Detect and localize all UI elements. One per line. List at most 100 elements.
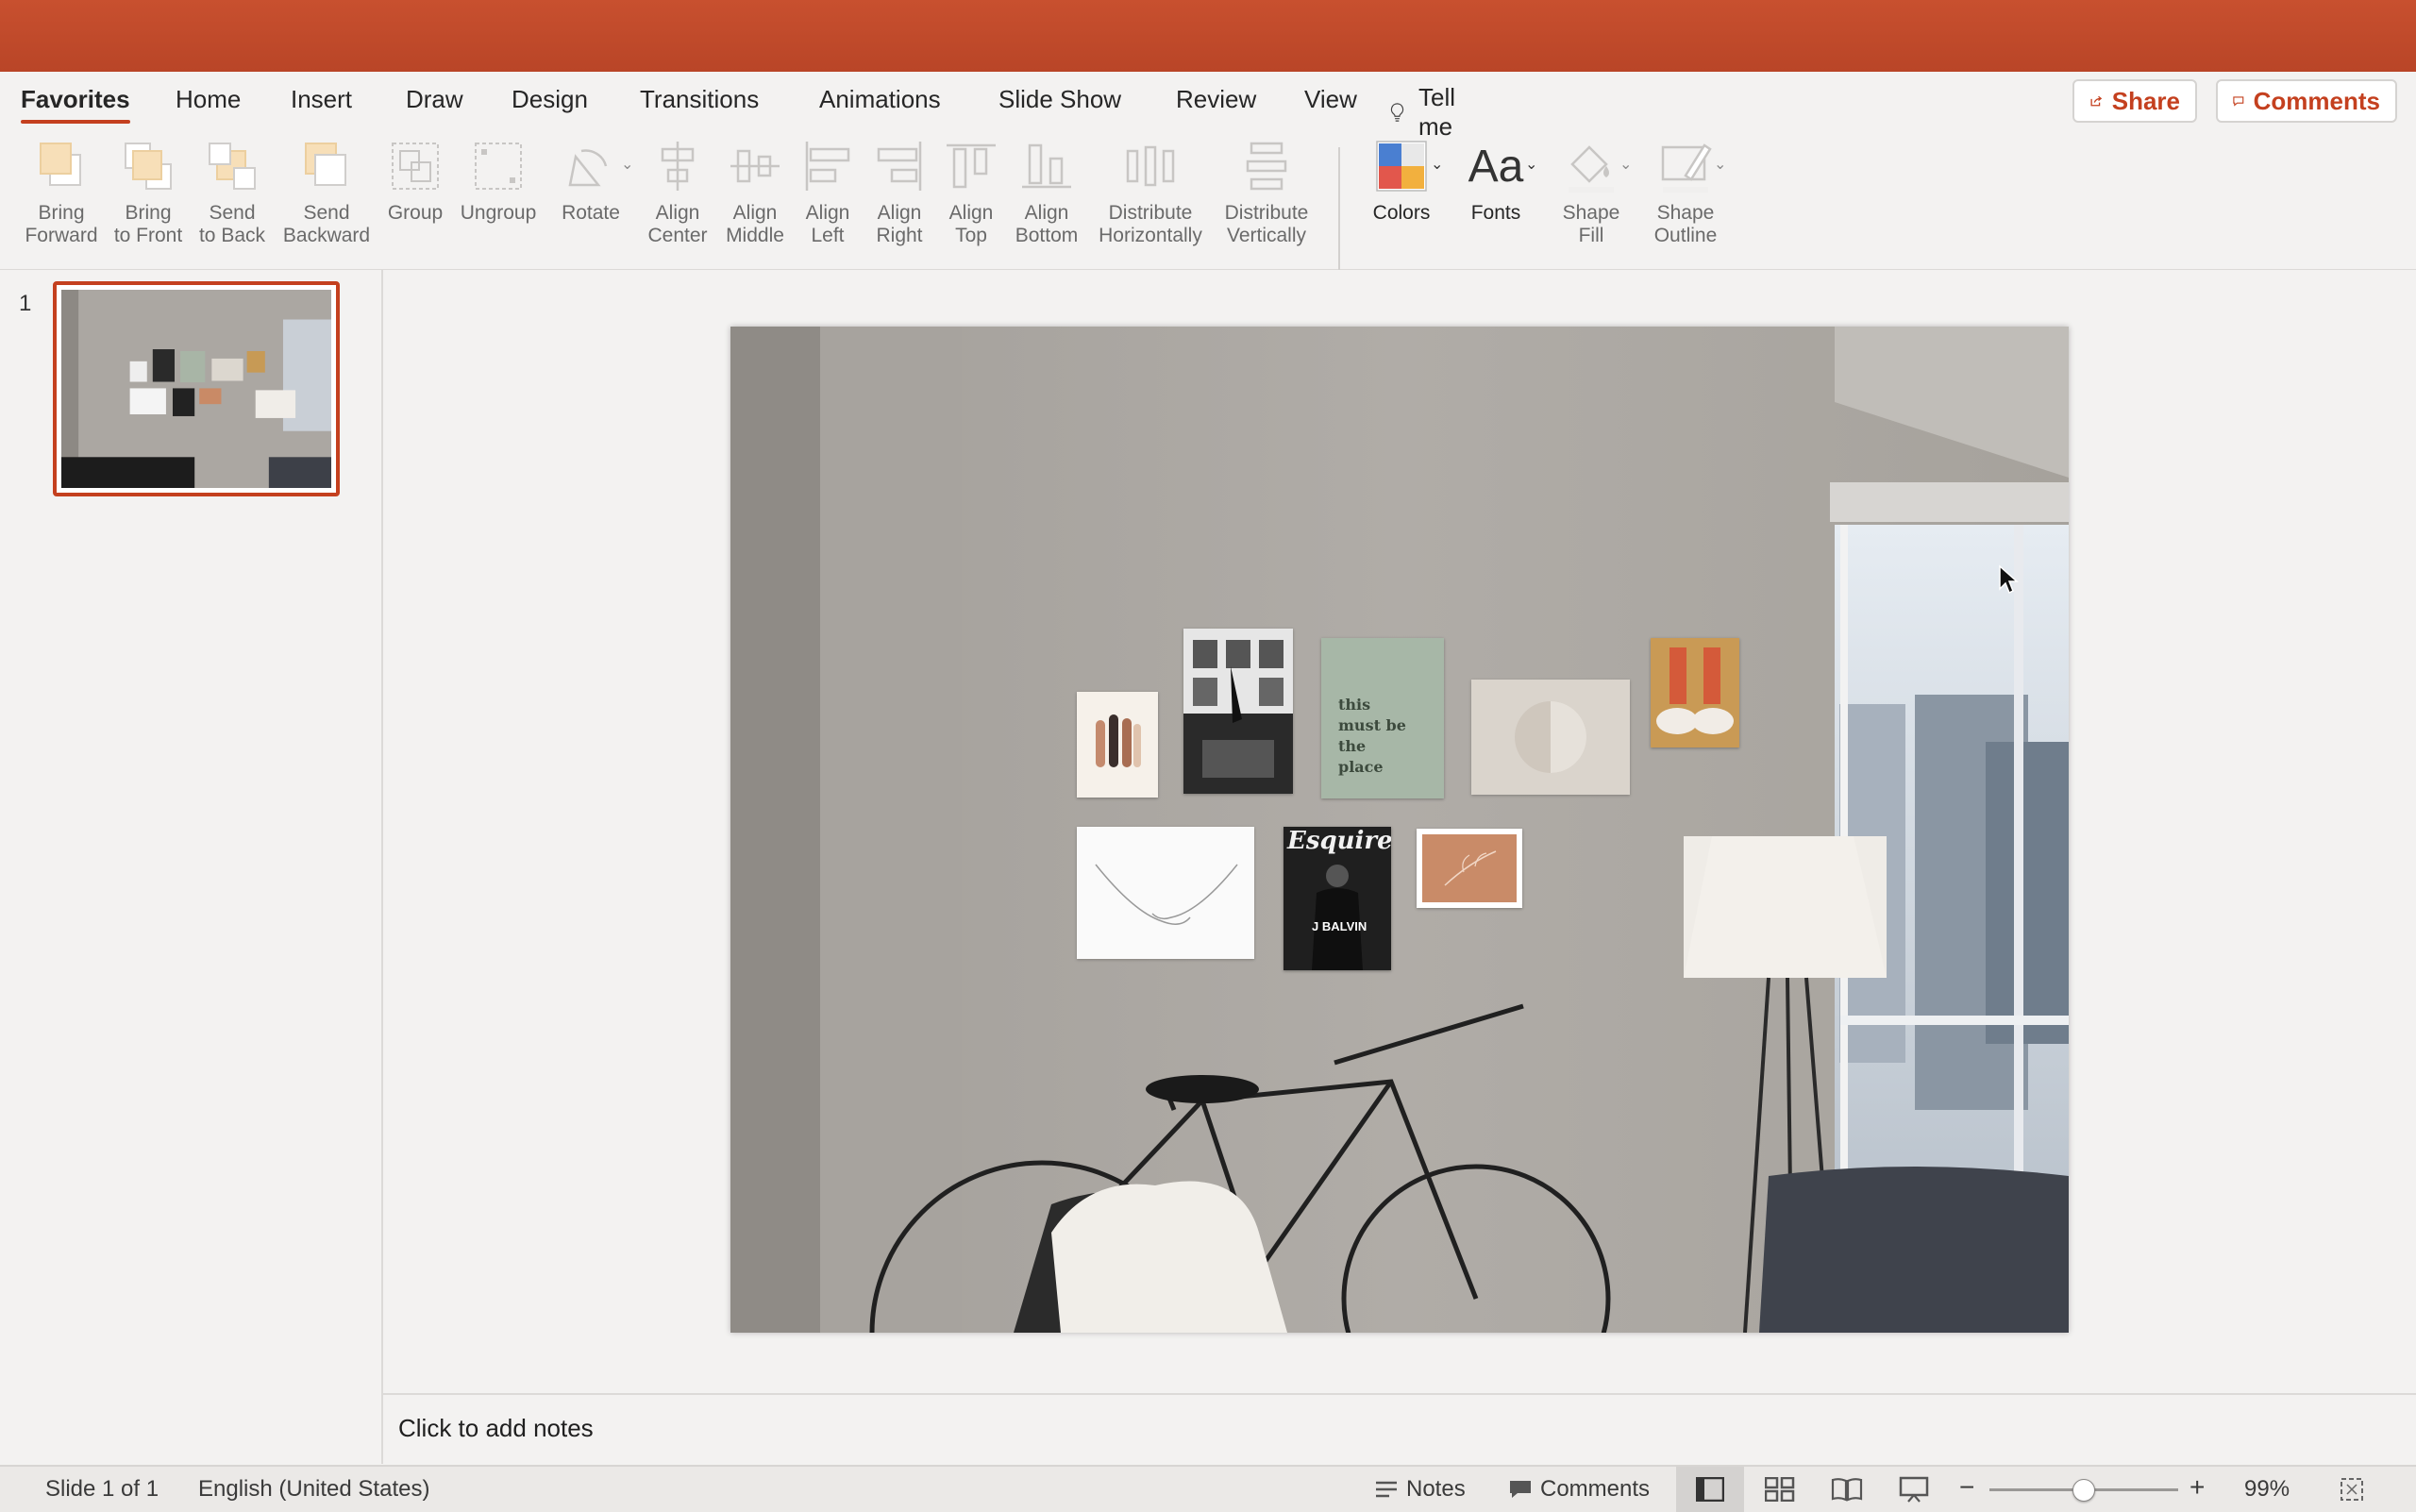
quote-poster-text: this must be the place <box>1338 696 1406 776</box>
zoom-in-button[interactable]: + <box>2190 1472 2205 1503</box>
zoom-level[interactable]: 99% <box>2244 1476 2290 1503</box>
bring-to-front-button[interactable]: Bring to Front <box>108 134 189 247</box>
colors-dropdown-icon[interactable]: ⌄ <box>1431 155 1443 174</box>
status-bar: Slide 1 of 1 English (United States) Not… <box>0 1465 2416 1512</box>
notes-icon <box>1376 1481 1397 1498</box>
fonts-dropdown-icon[interactable]: ⌄ <box>1525 155 1537 174</box>
bring-forward-icon <box>40 143 81 186</box>
rotate-dropdown-icon[interactable]: ⌄ <box>621 155 633 174</box>
magazine-subtitle: J BALVIN <box>1312 919 1367 933</box>
ungroup-icon <box>475 143 522 190</box>
ungroup-button[interactable]: Ungroup <box>455 134 542 225</box>
rotate-button[interactable]: Rotate <box>551 134 630 225</box>
distribute-vertically-icon <box>1246 142 1287 191</box>
slideshow-view-icon[interactable] <box>1899 1476 1929 1503</box>
align-right-button[interactable]: Align Right <box>866 134 932 247</box>
half-circle-art <box>1515 701 1586 773</box>
tab-view[interactable]: View <box>1304 85 1357 114</box>
slide-thumbnail-image <box>61 290 331 488</box>
shape-outline-button[interactable]: Shape Outline <box>1642 134 1729 247</box>
wall-art-quote-poster[interactable]: this must be the place <box>1321 638 1444 798</box>
tell-me[interactable]: Tell me <box>1389 83 1466 142</box>
title-bar <box>0 0 2416 72</box>
send-backward-button[interactable]: Send Backward <box>277 134 376 247</box>
distribute-horizontally-button[interactable]: Distribute Horizontally <box>1091 134 1210 247</box>
tab-transitions[interactable]: Transitions <box>640 85 759 114</box>
lightbulb-icon <box>1390 103 1404 122</box>
fit-to-window-icon[interactable] <box>2339 1476 2365 1503</box>
share-icon <box>2090 95 2103 107</box>
wall-art-circle-print[interactable] <box>1471 680 1630 795</box>
send-backward-icon <box>305 143 346 186</box>
notes-pane[interactable]: Click to add notes <box>383 1393 2416 1467</box>
leaf-print <box>1422 834 1517 902</box>
tab-design[interactable]: Design <box>512 85 588 114</box>
group-icon <box>392 143 439 190</box>
notes-toggle-button[interactable]: Notes <box>1374 1470 1466 1508</box>
share-button[interactable]: Share <box>2072 79 2197 123</box>
wall-art-figures[interactable] <box>1077 692 1158 798</box>
storefront-photo <box>1183 629 1293 794</box>
comments-button[interactable]: Comments <box>2216 79 2397 123</box>
comment-icon <box>2233 96 2244 107</box>
slide-thumbnail[interactable] <box>53 281 340 496</box>
tab-draw[interactable]: Draw <box>406 85 463 114</box>
align-right-icon <box>877 142 922 191</box>
slide-indicator: Slide 1 of 1 <box>45 1476 159 1502</box>
hands-line-drawing <box>1095 864 1238 925</box>
comments-toggle-button[interactable]: Comments <box>1508 1470 1650 1508</box>
fonts-icon: Aa <box>1468 141 1524 192</box>
group-button[interactable]: Group <box>381 134 449 225</box>
align-center-button[interactable]: Align Center <box>642 134 713 247</box>
wall-art-line-drawing[interactable] <box>1077 827 1254 959</box>
shape-fill-dropdown-icon[interactable]: ⌄ <box>1619 155 1632 174</box>
language-indicator[interactable]: English (United States) <box>198 1476 429 1503</box>
send-to-back-button[interactable]: Send to Back <box>194 134 270 247</box>
share-label: Share <box>2111 86 2180 115</box>
wall-art-storefront-photo[interactable] <box>1183 629 1293 794</box>
send-to-back-icon <box>209 143 256 190</box>
bring-to-front-icon <box>125 143 172 190</box>
reading-view-icon[interactable] <box>1831 1477 1863 1502</box>
tell-me-label: Tell me <box>1418 83 1456 141</box>
notes-placeholder[interactable]: Click to add notes <box>398 1414 594 1443</box>
wall-art-magazine-cover[interactable]: Esquire J BALVIN <box>1284 827 1391 970</box>
paint-bucket-icon <box>1569 145 1614 193</box>
fonts-button[interactable]: Aa Fonts <box>1453 134 1538 225</box>
colors-icon <box>1376 141 1427 192</box>
sneakers-photo <box>1651 638 1739 748</box>
align-top-button[interactable]: Align Top <box>938 134 1004 247</box>
comments-label: Comments <box>2253 86 2380 115</box>
tab-animations[interactable]: Animations <box>819 85 941 114</box>
distribute-vertically-button[interactable]: Distribute Vertically <box>1216 134 1317 247</box>
shape-outline-dropdown-icon[interactable]: ⌄ <box>1714 155 1726 174</box>
slide-number: 1 <box>19 291 32 316</box>
wall-art-leaf-print[interactable] <box>1417 829 1522 908</box>
mouse-pointer-icon <box>1999 564 2019 595</box>
align-left-icon <box>805 142 850 191</box>
align-middle-button[interactable]: Align Middle <box>719 134 791 247</box>
align-left-button[interactable]: Align Left <box>795 134 861 247</box>
shape-fill-button[interactable]: Shape Fill <box>1548 134 1635 247</box>
zoom-out-button[interactable]: − <box>1959 1472 1974 1503</box>
wall-art-sneakers-photo[interactable] <box>1651 638 1739 748</box>
align-top-icon <box>947 143 996 189</box>
colors-button[interactable]: Colors <box>1359 134 1444 225</box>
slide-sorter-view-icon[interactable] <box>1765 1477 1795 1502</box>
tab-slide-show[interactable]: Slide Show <box>998 85 1121 114</box>
slide-background-photo <box>730 327 2069 1333</box>
normal-view-button[interactable] <box>1676 1467 1744 1512</box>
tab-home[interactable]: Home <box>176 85 241 114</box>
pen-outline-icon <box>1661 143 1712 193</box>
align-bottom-button[interactable]: Align Bottom <box>1008 134 1085 247</box>
notes-toggle-label: Notes <box>1406 1476 1466 1502</box>
bring-forward-button[interactable]: Bring Forward <box>21 134 102 247</box>
ribbon: Favorites Home Insert Draw Design Transi… <box>0 72 2416 279</box>
slide[interactable]: this must be the place Esquire J BALVIN <box>730 327 2069 1333</box>
zoom-slider-thumb[interactable] <box>2072 1479 2095 1502</box>
rotate-icon <box>568 149 608 187</box>
magazine-cover-figure <box>1312 865 1363 970</box>
tab-insert[interactable]: Insert <box>291 85 352 114</box>
tab-review[interactable]: Review <box>1176 85 1256 114</box>
tab-favorites[interactable]: Favorites <box>21 85 130 124</box>
